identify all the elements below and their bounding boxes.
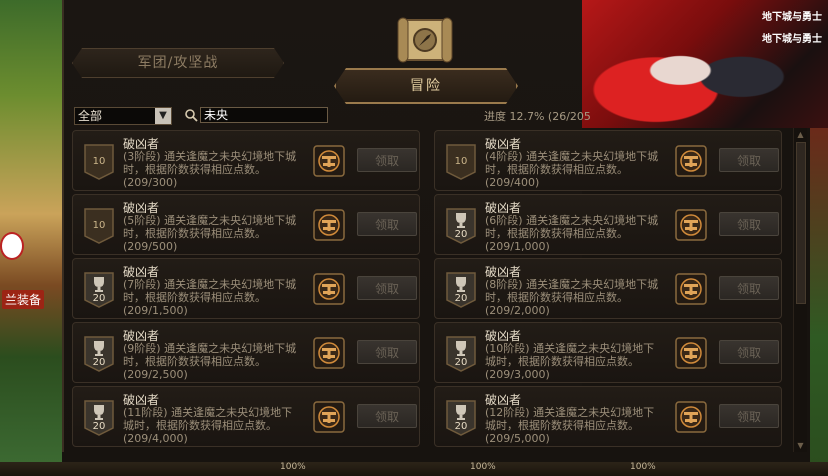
reward-chest-icon[interactable] xyxy=(675,145,707,177)
reward-chest-icon[interactable] xyxy=(313,337,345,369)
point-badge-icon: 10 xyxy=(84,208,114,244)
achievement-description: (9阶段) 通关逢魔之未央幻境地下城时，根据阶数获得相应点数。 xyxy=(123,342,297,368)
achievement-card: 20 破凶者 (12阶段) 通关逢魔之未央幻境地下城时，根据阶数获得相应点数。 (20… xyxy=(434,386,782,447)
achievement-description: (3阶段) 通关逢魔之未央幻境地下城时，根据阶数获得相应点数。 xyxy=(123,150,297,176)
claim-button[interactable]: 领取 xyxy=(719,404,779,428)
trophy-badge-icon: 20 xyxy=(446,272,476,308)
taskbar-percent: 100% xyxy=(470,462,496,472)
chat-bubble-icon xyxy=(0,232,24,260)
tab-guild-raid[interactable]: 军团/攻坚战 xyxy=(72,48,284,78)
claim-button[interactable]: 领取 xyxy=(719,340,779,364)
reward-chest-icon[interactable] xyxy=(313,209,345,241)
trophy-badge-icon: 20 xyxy=(446,336,476,372)
reward-chest-icon[interactable] xyxy=(675,401,707,433)
category-dropdown[interactable]: 全部 ▼ xyxy=(74,107,172,125)
achievement-card: 10 破凶者 (4阶段) 通关逢魔之未央幻境地下城时，根据阶数获得相应点数。 (209… xyxy=(434,130,782,191)
achievement-description: (7阶段) 通关逢魔之未央幻境地下城时，根据阶数获得相应点数。 xyxy=(123,278,297,304)
background-scenery: 兰装备 xyxy=(0,0,62,476)
search-input[interactable] xyxy=(200,107,328,123)
claim-button[interactable]: 领取 xyxy=(719,212,779,236)
scroll-thumb[interactable] xyxy=(796,142,806,304)
reward-chest-icon[interactable] xyxy=(313,401,345,433)
achievement-card: 20 破凶者 (11阶段) 通关逢魔之未央幻境地下城时，根据阶数获得相应点数。 (20… xyxy=(72,386,420,447)
trophy-badge-icon: 20 xyxy=(84,336,114,372)
achievement-progress: (209/1,000) xyxy=(485,240,550,253)
trophy-badge-icon: 20 xyxy=(446,208,476,244)
scroll-compass-emblem-icon xyxy=(397,17,453,63)
progress-text: 进度 12.7% (26/205 xyxy=(484,110,591,123)
achievement-progress: (209/2,500) xyxy=(123,368,188,381)
badge-points: 20 xyxy=(92,293,106,304)
claim-button[interactable]: 领取 xyxy=(357,340,417,364)
achievement-progress: (209/2,000) xyxy=(485,304,550,317)
claim-button[interactable]: 领取 xyxy=(357,148,417,172)
reward-chest-icon[interactable] xyxy=(313,273,345,305)
search-icon[interactable] xyxy=(184,108,198,122)
achievement-description: (4阶段) 通关逢魔之未央幻境地下城时，根据阶数获得相应点数。 xyxy=(485,150,659,176)
achievement-description: (10阶段) 通关逢魔之未央幻境地下城时，根据阶数获得相应点数。 xyxy=(485,342,655,368)
achievement-description: (5阶段) 通关逢魔之未央幻境地下城时，根据阶数获得相应点数。 xyxy=(123,214,297,240)
badge-points: 20 xyxy=(454,421,468,432)
game-taskbar: 100% 100% 100% xyxy=(0,462,828,476)
tab-adventure[interactable]: 冒险 xyxy=(334,68,518,104)
promo-banner: 地下城与勇士 地下城与勇士 xyxy=(582,0,828,128)
point-badge-icon: 10 xyxy=(84,144,114,180)
achievement-progress: (209/4,000) xyxy=(123,432,188,445)
badge-points: 20 xyxy=(454,229,468,240)
background-scenery-right xyxy=(810,128,828,476)
trophy-badge-icon: 20 xyxy=(446,400,476,436)
reward-chest-icon[interactable] xyxy=(675,273,707,305)
achievement-description: (6阶段) 通关逢魔之未央幻境地下城时，根据阶数获得相应点数。 xyxy=(485,214,659,240)
trophy-badge-icon: 20 xyxy=(84,400,114,436)
claim-button[interactable]: 领取 xyxy=(357,404,417,428)
claim-button[interactable]: 领取 xyxy=(719,148,779,172)
badge-points: 20 xyxy=(92,421,106,432)
achievement-card: 20 破凶者 (10阶段) 通关逢魔之未央幻境地下城时，根据阶数获得相应点数。 (20… xyxy=(434,322,782,383)
achievement-card: 10 破凶者 (3阶段) 通关逢魔之未央幻境地下城时，根据阶数获得相应点数。 (209… xyxy=(72,130,420,191)
equipment-label[interactable]: 兰装备 xyxy=(2,290,45,309)
claim-button[interactable]: 领取 xyxy=(719,276,779,300)
achievement-card: 20 破凶者 (7阶段) 通关逢魔之未央幻境地下城时，根据阶数获得相应点数。 (209… xyxy=(72,258,420,319)
badge-points: 10 xyxy=(454,156,468,167)
badge-points: 10 xyxy=(92,220,106,231)
scroll-down-icon[interactable]: ▼ xyxy=(796,441,805,450)
game-logo: 地下城与勇士 xyxy=(762,12,822,23)
taskbar-percent: 100% xyxy=(280,462,306,472)
chevron-down-icon[interactable]: ▼ xyxy=(155,108,171,124)
achievement-progress: (209/1,500) xyxy=(123,304,188,317)
achievement-card: 20 破凶者 (6阶段) 通关逢魔之未央幻境地下城时，根据阶数获得相应点数。 (209… xyxy=(434,194,782,255)
badge-points: 20 xyxy=(454,357,468,368)
claim-button[interactable]: 领取 xyxy=(357,212,417,236)
category-selected: 全部 xyxy=(78,109,103,123)
achievement-progress: (209/400) xyxy=(485,176,540,189)
reward-chest-icon[interactable] xyxy=(675,337,707,369)
badge-points: 20 xyxy=(454,293,468,304)
achievement-progress: (209/5,000) xyxy=(485,432,550,445)
achievement-progress: (209/3,000) xyxy=(485,368,550,381)
achievement-card: 20 破凶者 (9阶段) 通关逢魔之未央幻境地下城时，根据阶数获得相应点数。 (209… xyxy=(72,322,420,383)
scroll-up-icon[interactable]: ▲ xyxy=(796,130,805,139)
achievement-card: 10 破凶者 (5阶段) 通关逢魔之未央幻境地下城时，根据阶数获得相应点数。 (209… xyxy=(72,194,420,255)
taskbar-percent: 100% xyxy=(630,462,656,472)
badge-points: 10 xyxy=(92,156,106,167)
claim-button[interactable]: 领取 xyxy=(357,276,417,300)
achievement-description: (11阶段) 通关逢魔之未央幻境地下城时，根据阶数获得相应点数。 xyxy=(123,406,293,432)
game-logo-secondary: 地下城与勇士 xyxy=(762,34,822,45)
achievement-description: (12阶段) 通关逢魔之未央幻境地下城时，根据阶数获得相应点数。 xyxy=(485,406,655,432)
achievement-description: (8阶段) 通关逢魔之未央幻境地下城时，根据阶数获得相应点数。 xyxy=(485,278,659,304)
trophy-badge-icon: 20 xyxy=(84,272,114,308)
achievement-progress: (209/300) xyxy=(123,176,178,189)
reward-chest-icon[interactable] xyxy=(313,145,345,177)
achievement-progress: (209/500) xyxy=(123,240,178,253)
scrollbar[interactable]: ▲ ▼ xyxy=(793,128,807,452)
reward-chest-icon[interactable] xyxy=(675,209,707,241)
achievement-list: 10 破凶者 (3阶段) 通关逢魔之未央幻境地下城时，根据阶数获得相应点数。 (209… xyxy=(72,128,792,452)
achievement-card: 20 破凶者 (8阶段) 通关逢魔之未央幻境地下城时，根据阶数获得相应点数。 (209… xyxy=(434,258,782,319)
badge-points: 20 xyxy=(92,357,106,368)
point-badge-icon: 10 xyxy=(446,144,476,180)
